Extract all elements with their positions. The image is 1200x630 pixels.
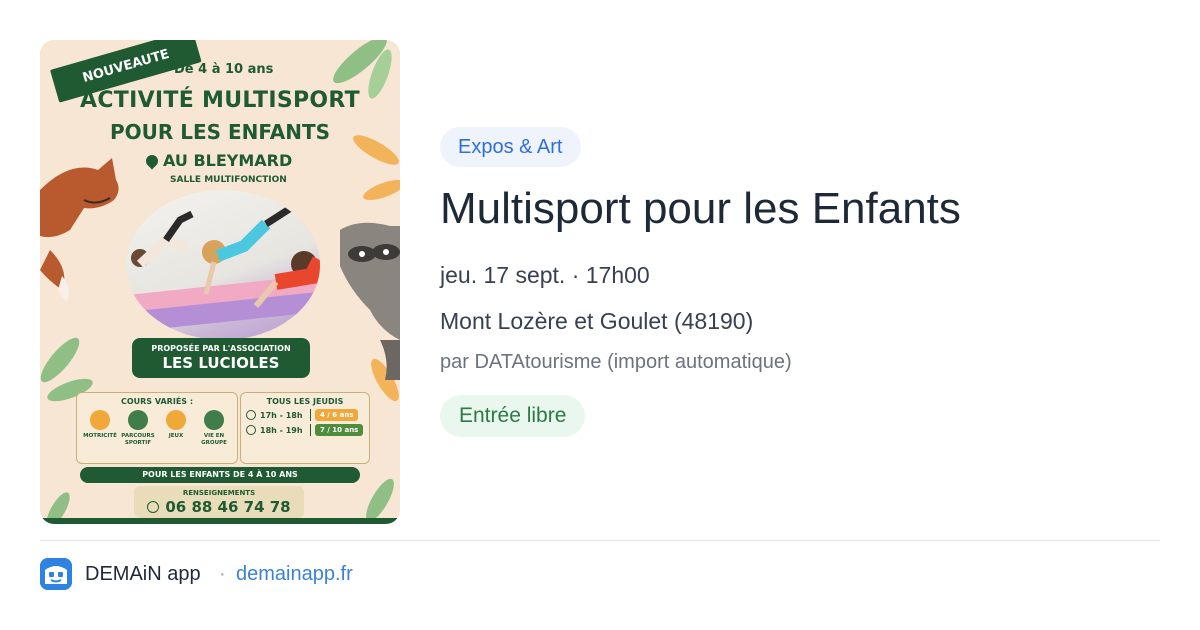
kids-exercising-illustration	[126, 203, 320, 332]
schedule-slot: 18h - 19h 7 / 10 ans	[241, 421, 369, 436]
poster-association-banner: PROPOSÉE PAR L'ASSOCIATION LES LUCIOLES	[132, 338, 310, 378]
info-phone-number: 06 88 46 74 78	[165, 498, 291, 516]
poster-for-kids-banner: POUR LES ENFANTS DE 4 À 10 ANS	[80, 467, 360, 483]
poster-bottom-bar	[40, 518, 400, 524]
poster-place-label: AU BLEYMARD	[163, 151, 293, 170]
activity-jeux: JEUX	[158, 410, 194, 446]
association-prefix: PROPOSÉE PAR L'ASSOCIATION	[151, 344, 291, 353]
app-logo-icon[interactable]	[40, 558, 72, 590]
activity-motricite: MOTRICITÉ	[82, 410, 118, 446]
info-label: RENSEIGNEMENTS	[182, 489, 256, 497]
price-badge: Entrée libre	[440, 395, 586, 437]
poster-title-line2: POUR LES ENFANTS	[109, 120, 331, 144]
clock-icon	[246, 410, 256, 420]
event-location: Mont Lozère et Goulet (48190)	[440, 308, 754, 334]
association-name: LES LUCIOLES	[162, 354, 280, 372]
clock-icon	[246, 425, 256, 435]
event-title: Multisport pour les Enfants	[440, 184, 961, 233]
event-source: par DATAtourisme (import automatique)	[440, 351, 792, 373]
poster-place: AU BLEYMARD	[143, 151, 293, 170]
app-domain-link[interactable]: demainapp.fr	[236, 563, 353, 586]
courses-title: COURS VARIÉS :	[120, 397, 194, 406]
poster-info-box: RENSEIGNEMENTS 06 88 46 74 78	[134, 486, 304, 518]
poster-courses-box: COURS VARIÉS : MOTRICITÉ PARCOURS SPORTI…	[76, 392, 238, 464]
group-icon	[204, 410, 224, 430]
poster-kids-photo	[126, 190, 320, 340]
app-name: DEMAiN app	[85, 563, 201, 585]
footer-divider	[40, 540, 1160, 541]
schedule-title: TOUS LES JEUDIS	[266, 397, 344, 406]
poster-title-line1: ACTIVITÉ MULTISPORT	[80, 88, 360, 113]
footer-separator: ·	[219, 563, 226, 585]
person-icon	[90, 410, 110, 430]
runner-icon	[128, 410, 148, 430]
category-badge[interactable]: Expos & Art	[440, 127, 581, 167]
activity-parcours: PARCOURS SPORTIF	[120, 410, 156, 446]
poster-schedule-box: TOUS LES JEUDIS 17h - 18h 4 / 6 ans 18h …	[240, 392, 370, 464]
phone-icon	[147, 501, 160, 513]
ball-icon	[166, 410, 186, 430]
poster-hall: SALLE MULTIFONCTION	[170, 175, 287, 185]
schedule-slot: 17h - 18h 4 / 6 ans	[241, 406, 369, 421]
event-poster-image[interactable]: NOUVEAUTE De 4 à 10 ans ACTIVITÉ MULTISP…	[40, 40, 400, 524]
map-pin-icon	[143, 152, 161, 169]
activity-vie-en-groupe: VIE EN GROUPE	[196, 410, 232, 446]
poster-age-range: De 4 à 10 ans	[174, 62, 274, 77]
event-datetime: jeu. 17 sept. · 17h00	[440, 262, 650, 288]
